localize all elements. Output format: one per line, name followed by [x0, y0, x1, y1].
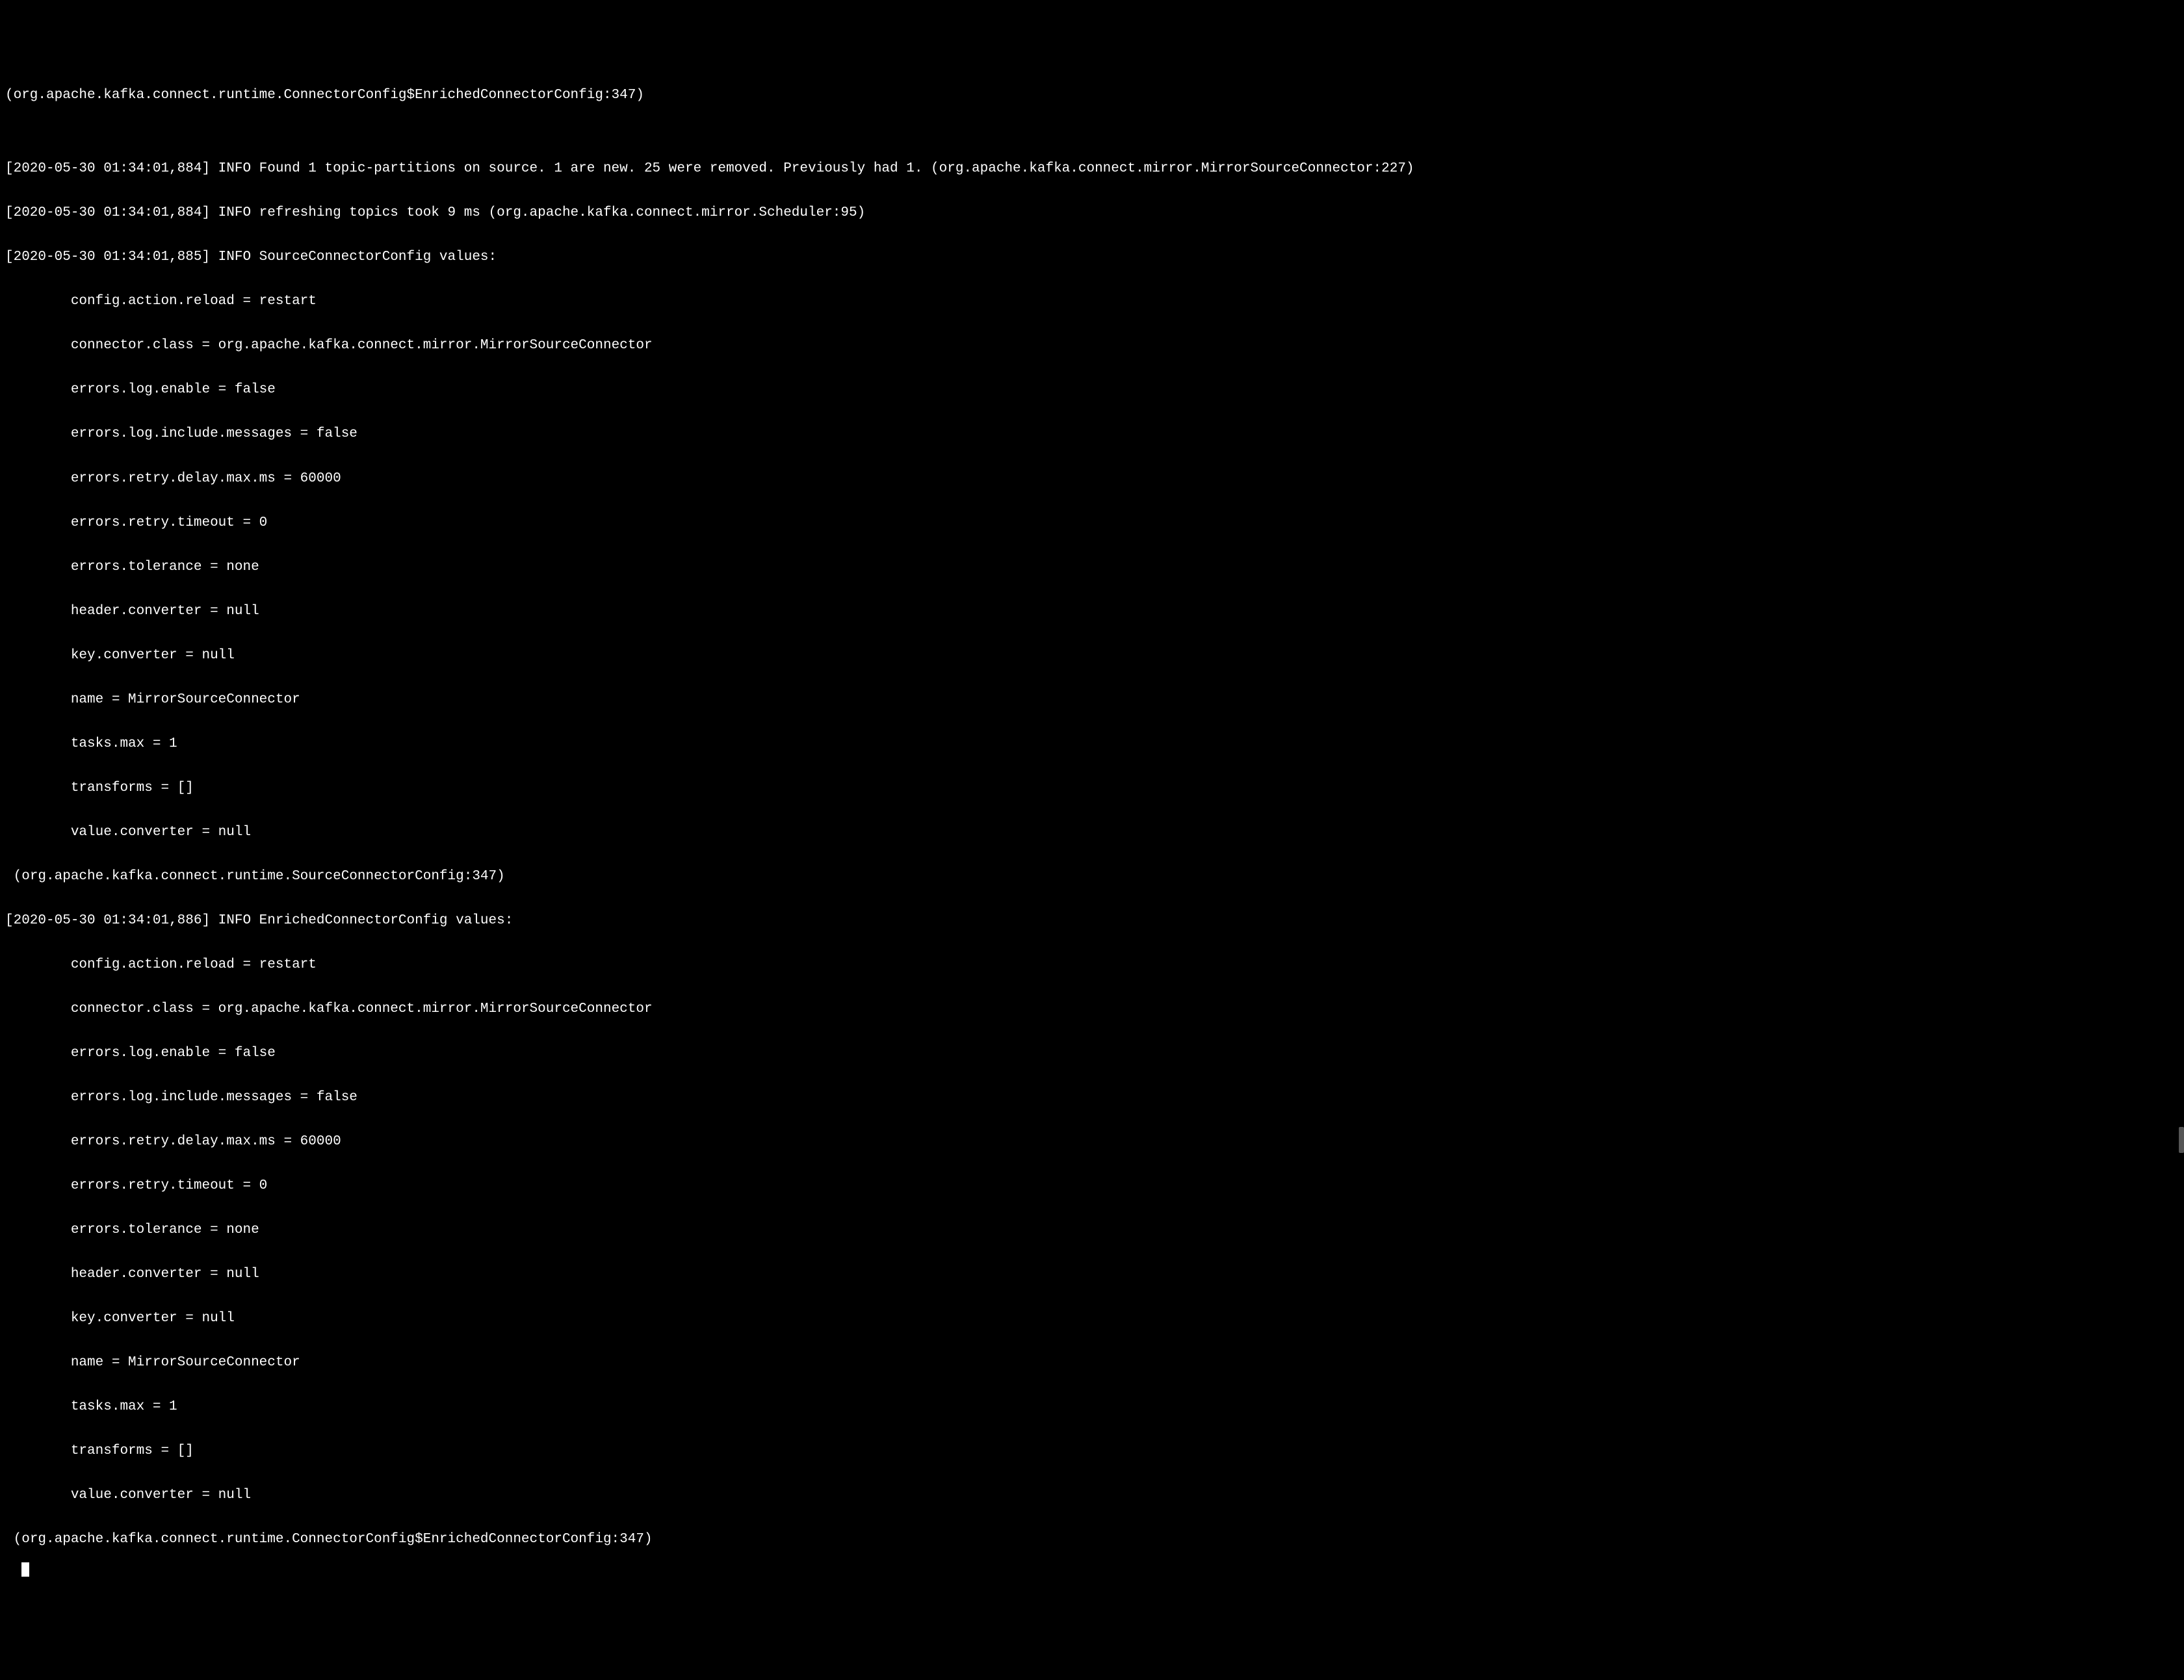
log-line: config.action.reload = restart	[5, 294, 2179, 309]
log-line: key.converter = null	[5, 1312, 2179, 1326]
log-line: errors.retry.delay.max.ms = 60000	[5, 472, 2179, 487]
log-line: errors.tolerance = none	[5, 1223, 2179, 1238]
log-line: (org.apache.kafka.connect.runtime.Connec…	[5, 88, 2179, 103]
log-line: transforms = []	[5, 1444, 2179, 1459]
log-line: [2020-05-30 01:34:01,884] INFO refreshin…	[5, 206, 2179, 221]
log-line: name = MirrorSourceConnector	[5, 693, 2179, 708]
log-line: errors.log.enable = false	[5, 1046, 2179, 1061]
log-line: (org.apache.kafka.connect.runtime.Connec…	[5, 1532, 2179, 1547]
log-line: header.converter = null	[5, 1267, 2179, 1282]
log-line: errors.log.include.messages = false	[5, 427, 2179, 442]
log-line: errors.retry.timeout = 0	[5, 1179, 2179, 1194]
log-line: errors.log.enable = false	[5, 383, 2179, 398]
log-line: [2020-05-30 01:34:01,884] INFO Found 1 t…	[5, 162, 2179, 177]
log-line: header.converter = null	[5, 604, 2179, 619]
scrollbar-thumb[interactable]	[2179, 1127, 2184, 1153]
log-line: [2020-05-30 01:34:01,886] INFO EnrichedC…	[5, 914, 2179, 929]
log-line: errors.log.include.messages = false	[5, 1091, 2179, 1105]
log-line: name = MirrorSourceConnector	[5, 1356, 2179, 1371]
terminal-output[interactable]: (org.apache.kafka.connect.runtime.Connec…	[0, 59, 2184, 1577]
log-line: tasks.max = 1	[5, 737, 2179, 752]
log-line: errors.retry.timeout = 0	[5, 516, 2179, 531]
log-line: connector.class = org.apache.kafka.conne…	[5, 339, 2179, 354]
log-line: value.converter = null	[5, 825, 2179, 840]
log-line: [2020-05-30 01:34:01,885] INFO SourceCon…	[5, 250, 2179, 265]
log-line: config.action.reload = restart	[5, 958, 2179, 973]
log-line: connector.class = org.apache.kafka.conne…	[5, 1002, 2179, 1017]
log-line: value.converter = null	[5, 1488, 2179, 1503]
log-line: tasks.max = 1	[5, 1400, 2179, 1415]
log-line: transforms = []	[5, 781, 2179, 796]
log-line: key.converter = null	[5, 649, 2179, 664]
log-line: (org.apache.kafka.connect.runtime.Source…	[5, 870, 2179, 885]
terminal-cursor	[21, 1562, 29, 1577]
log-line: errors.tolerance = none	[5, 560, 2179, 575]
log-line: errors.retry.delay.max.ms = 60000	[5, 1135, 2179, 1150]
